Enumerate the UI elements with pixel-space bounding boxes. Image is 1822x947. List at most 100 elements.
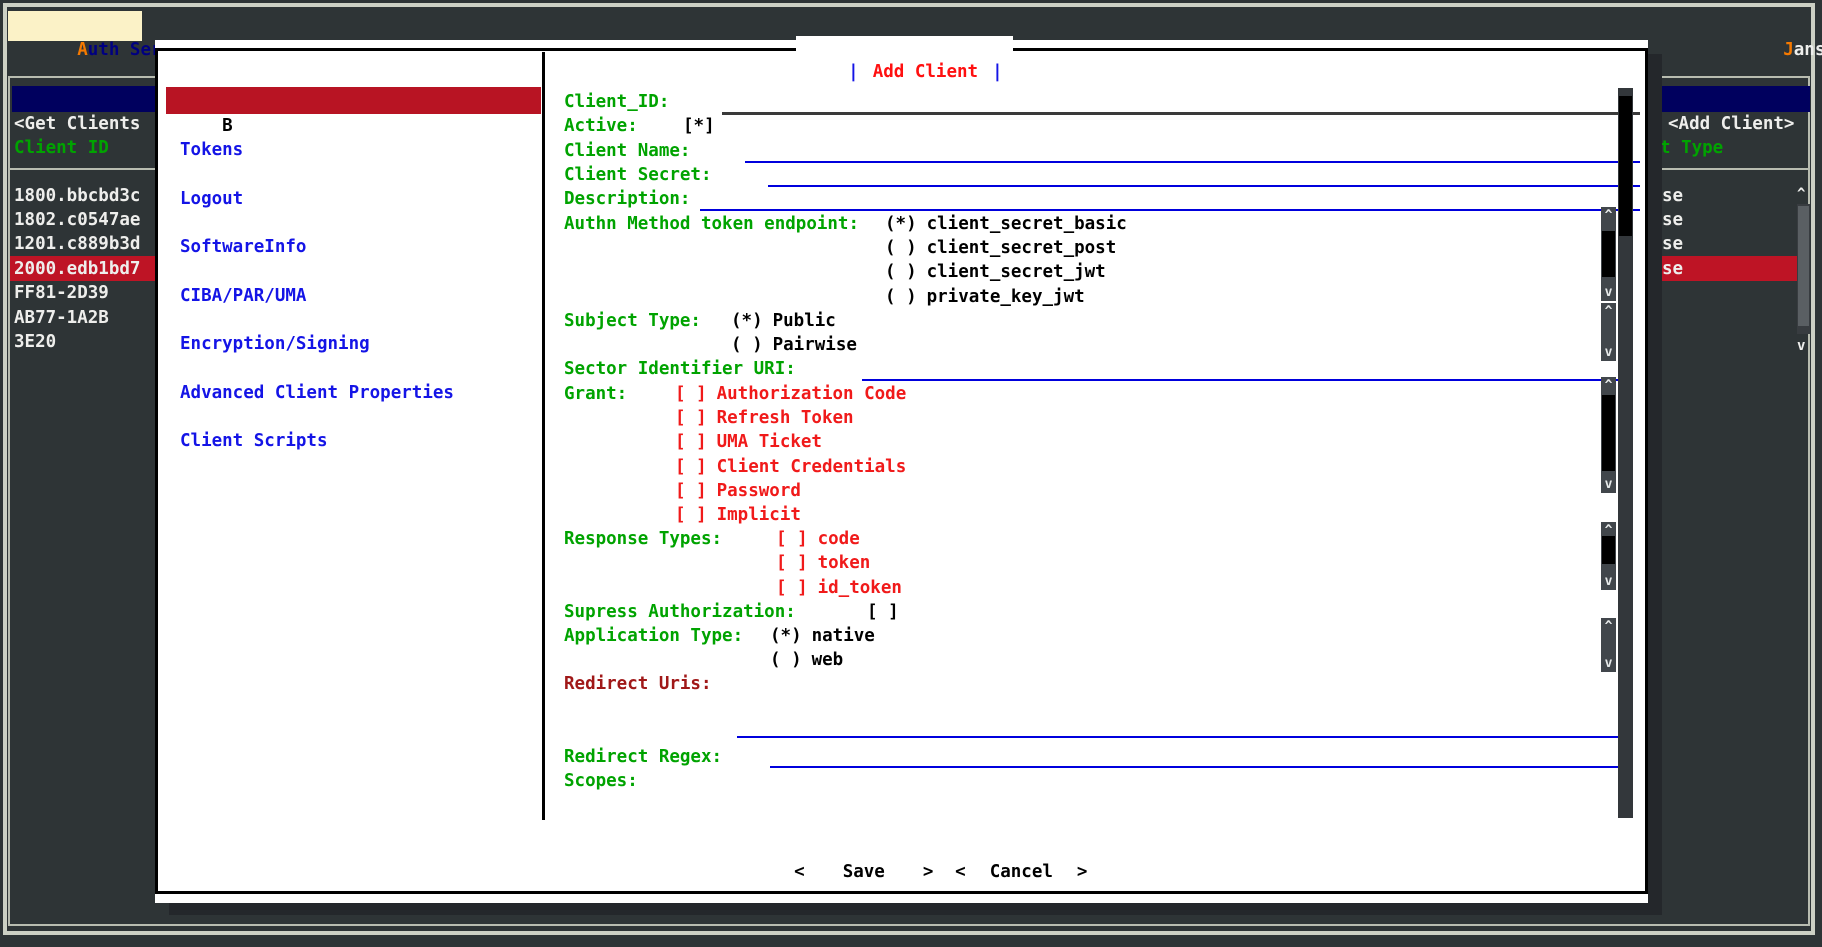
scrollbar-thumb[interactable] [1602, 231, 1615, 277]
get-clients-button[interactable]: <Get Clients [14, 112, 140, 136]
cursor: B [222, 116, 233, 136]
checkbox-mark: [ ] [675, 408, 707, 428]
checkbox-password[interactable]: [ ]Password [675, 479, 801, 503]
scroll-up-icon[interactable]: ^ [1601, 304, 1616, 319]
terminal-screen: Auth Server FIDO SCIM Scripts Users Jans… [0, 0, 1822, 947]
right-navy-bar [1660, 86, 1810, 112]
scroll-up-icon[interactable]: ^ [1601, 378, 1616, 393]
radio-mark: ( ) [885, 287, 917, 307]
checkbox-mark: [ ] [675, 384, 707, 404]
active-checkbox[interactable]: [*] [683, 114, 715, 138]
client-id-input[interactable] [722, 112, 1640, 115]
checkbox-id-token[interactable]: [ ]id_token [776, 576, 902, 600]
right-panel-divider [1660, 168, 1810, 170]
table-scrollbar-thumb[interactable] [1798, 206, 1809, 326]
form-scrollbar-thumb[interactable] [1619, 96, 1632, 236]
response-types-scrollbar[interactable]: ^ v [1601, 522, 1616, 590]
table-cell[interactable]: se [1662, 184, 1683, 208]
scroll-up-icon[interactable]: ^ [1601, 619, 1616, 634]
radio-client-secret-post[interactable]: ( )client_secret_post [885, 236, 1116, 260]
menu-hotkey: A [77, 40, 88, 60]
sidebar-item-softwareinfo[interactable]: SoftwareInfo [180, 235, 306, 259]
radio-pairwise[interactable]: ( )Pairwise [731, 333, 857, 357]
authn-method-label: Authn Method token endpoint: [564, 212, 859, 236]
sidebar-item-basic[interactable]: Basic [180, 90, 275, 138]
left-navy-bar [12, 86, 158, 112]
table-cell[interactable]: se [1662, 208, 1683, 232]
table-row[interactable]: 1800.bbcbd3c [14, 184, 140, 208]
checkbox-token[interactable]: [ ]token [776, 551, 870, 575]
redirect-regex-input[interactable] [770, 766, 1630, 768]
supress-authorization-checkbox[interactable]: [ ] [867, 600, 899, 624]
checkbox-mark: [ ] [675, 481, 707, 501]
application-type-scrollbar[interactable]: ^ v [1601, 618, 1616, 672]
scrollbar-thumb[interactable] [1602, 536, 1615, 564]
redirect-regex-label: Redirect Regex: [564, 745, 722, 769]
table-cell-selected[interactable]: se [1662, 257, 1683, 281]
add-client-button[interactable]: <Add Client> [1668, 112, 1794, 136]
sidebar-item-advanced-client-properties[interactable]: Advanced Client Properties [180, 381, 454, 405]
radio-mark: ( ) [885, 238, 917, 258]
table-cell[interactable]: se [1662, 232, 1683, 256]
checkbox-implicit[interactable]: [ ]Implicit [675, 503, 801, 527]
radio-web[interactable]: ( )web [770, 648, 843, 672]
scroll-down-icon[interactable]: v [1601, 656, 1616, 671]
scopes-label: Scopes: [564, 769, 638, 793]
scrollbar-thumb[interactable] [1602, 395, 1615, 471]
table-scrollbar[interactable] [1797, 204, 1810, 334]
description-input[interactable] [700, 209, 1640, 211]
scroll-down-icon[interactable]: v [1601, 477, 1616, 492]
scroll-up-icon[interactable]: ^ [1601, 208, 1616, 223]
radio-native[interactable]: (*)native [770, 624, 875, 648]
subject-type-scrollbar[interactable]: ^ v [1601, 303, 1616, 361]
dialog-separator [542, 52, 545, 820]
redirect-uris-input[interactable] [737, 736, 1630, 738]
checkbox-client-credentials[interactable]: [ ]Client Credentials [675, 455, 906, 479]
radio-mark: ( ) [731, 335, 763, 355]
checkbox-refresh-token[interactable]: [ ]Refresh Token [675, 406, 854, 430]
checkbox-uma-ticket[interactable]: [ ]UMA Ticket [675, 430, 822, 454]
dialog-title: |Add Client| [796, 36, 1013, 108]
sidebar-item-tokens[interactable]: Tokens [180, 138, 243, 162]
table-row[interactable]: 1201.c889b3d [14, 232, 140, 256]
radio-client-secret-jwt[interactable]: ( )client_secret_jwt [885, 260, 1106, 284]
table-row-selected[interactable]: 2000.edb1bd7 [14, 257, 140, 281]
checkbox-authorization-code[interactable]: [ ]Authorization Code [675, 382, 906, 406]
radio-public[interactable]: (*)Public [731, 309, 836, 333]
save-button[interactable]: <Save> [752, 836, 933, 908]
client-name-input[interactable] [745, 161, 1640, 163]
sidebar-item-logout[interactable]: Logout [180, 187, 243, 211]
grant-label: Grant: [564, 382, 627, 406]
table-row[interactable]: 3E20 [14, 330, 56, 354]
scroll-down-icon[interactable]: v [1797, 334, 1805, 358]
client-secret-label: Client Secret: [564, 163, 712, 187]
scroll-down-icon[interactable]: v [1601, 285, 1616, 300]
grant-scrollbar[interactable]: ^ v [1601, 377, 1616, 493]
table-row[interactable]: FF81-2D39 [14, 281, 109, 305]
sidebar-item-ciba-par-uma[interactable]: CIBA/PAR/UMA [180, 284, 306, 308]
table-row[interactable]: AB77-1A2B [14, 306, 109, 330]
table-row[interactable]: 1802.c0547ae [14, 208, 140, 232]
radio-private-key-jwt[interactable]: ( )private_key_jwt [885, 285, 1085, 309]
checkbox-code[interactable]: [ ]code [776, 527, 860, 551]
scroll-down-icon[interactable]: v [1601, 345, 1616, 360]
title-pipe: | [848, 62, 859, 82]
sidebar-item-client-scripts[interactable]: Client Scripts [180, 429, 328, 453]
sidebar-item-encryption-signing[interactable]: Encryption/Signing [180, 332, 370, 356]
form-scrollbar[interactable] [1618, 88, 1633, 818]
radio-client-secret-basic[interactable]: (*)client_secret_basic [885, 212, 1127, 236]
sector-identifier-uri-input[interactable] [862, 379, 1630, 381]
authn-scrollbar[interactable]: ^ v [1601, 207, 1616, 301]
left-panel-divider [10, 168, 158, 170]
title-pipe: | [992, 62, 1003, 82]
client-secret-input[interactable] [768, 185, 1640, 187]
button-bracket: < [794, 862, 805, 882]
application-type-label: Application Type: [564, 624, 743, 648]
scroll-up-icon[interactable]: ^ [1797, 182, 1805, 206]
scroll-down-icon[interactable]: v [1601, 574, 1616, 589]
radio-mark: (*) [731, 311, 763, 331]
checkbox-mark: [ ] [675, 432, 707, 452]
checkbox-mark: [ ] [675, 457, 707, 477]
cancel-button[interactable]: <Cancel> [913, 836, 1087, 908]
menu-item-jans-cli[interactable]: Jans Cli [1720, 14, 1822, 62]
